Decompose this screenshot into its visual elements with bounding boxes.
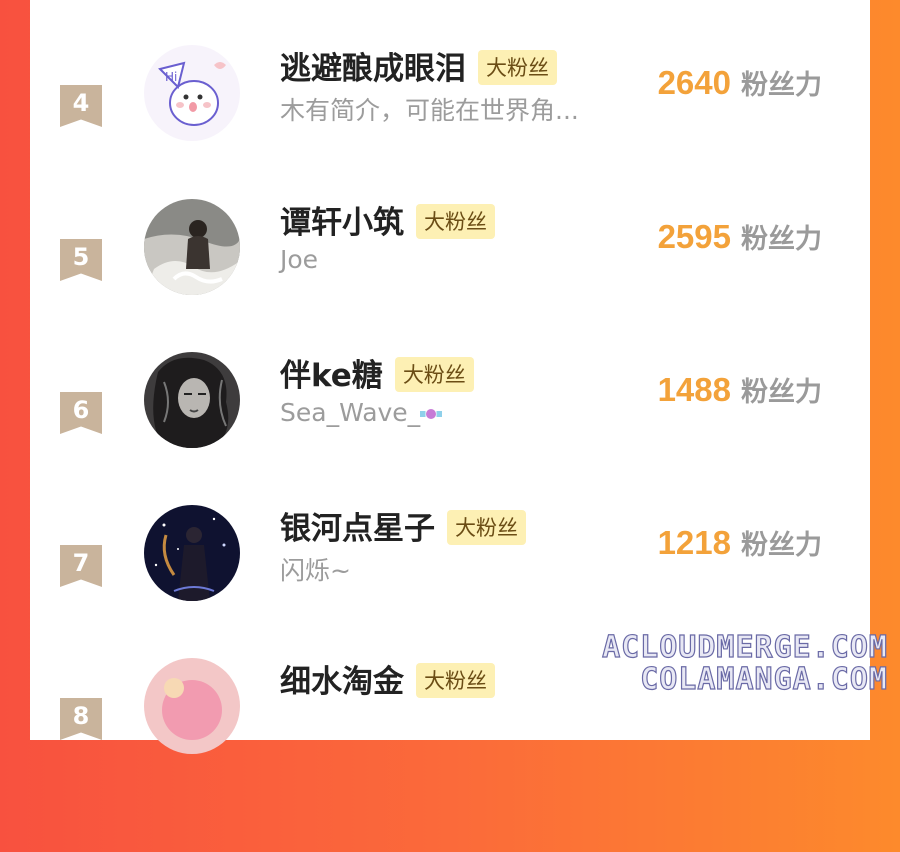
rank-badge: 7 [60, 545, 102, 587]
fan-score: 1488 [657, 371, 731, 408]
fan-score: 2595 [657, 218, 731, 255]
watermark-line-2: COLAMANGA.COM [640, 661, 888, 697]
avatar[interactable]: Hi [144, 45, 240, 141]
rank-badge: 6 [60, 392, 102, 434]
fan-level-badge: 大粉丝 [394, 357, 474, 392]
candy-icon [420, 407, 443, 421]
fan-score: 1218 [657, 524, 731, 561]
avatar[interactable] [144, 658, 240, 754]
user-name[interactable]: 伴ke糖 [280, 358, 383, 394]
fan-score-unit: 粉丝力 [741, 70, 822, 101]
user-name[interactable]: 谭轩小筑 [280, 205, 404, 241]
fan-level-badge: 大粉丝 [416, 204, 495, 239]
user-name[interactable]: 细水淘金 [280, 664, 404, 700]
watermark-line-1: ACLOUDMERGE.COM [601, 629, 888, 665]
fan-level-badge: 大粉丝 [447, 510, 526, 545]
user-bio: 木有简介，可能在世界角... [280, 96, 579, 125]
rank-badge: 5 [60, 239, 102, 281]
rank-badge: 8 [60, 698, 102, 740]
fan-score-unit: 粉丝力 [741, 530, 822, 561]
avatar[interactable] [144, 199, 240, 295]
user-bio: 闪烁~ [280, 556, 351, 585]
avatar[interactable] [144, 505, 240, 601]
rank-badge: 4 [60, 85, 102, 127]
user-name[interactable]: 银河点星子 [280, 511, 435, 547]
svg-text:Hi: Hi [165, 70, 177, 84]
avatar[interactable] [144, 352, 240, 448]
fan-score: 2640 [657, 64, 731, 101]
user-name[interactable]: 逃避酿成眼泪 [280, 51, 466, 87]
list-item[interactable]: 8 细水淘金 大粉丝 [30, 658, 870, 852]
fan-level-badge: 大粉丝 [416, 663, 495, 698]
fan-level-badge: 大粉丝 [478, 50, 557, 85]
fan-score-unit: 粉丝力 [741, 377, 822, 408]
user-bio: Joe [280, 245, 319, 274]
fan-ranking-card: 4 Hi 逃避酿成眼泪 大粉丝 木有简介，可能在世界角... 2640 粉丝力 5 [30, 0, 870, 754]
user-bio: Sea_Wave_ [280, 398, 421, 427]
fan-score-unit: 粉丝力 [741, 224, 822, 255]
